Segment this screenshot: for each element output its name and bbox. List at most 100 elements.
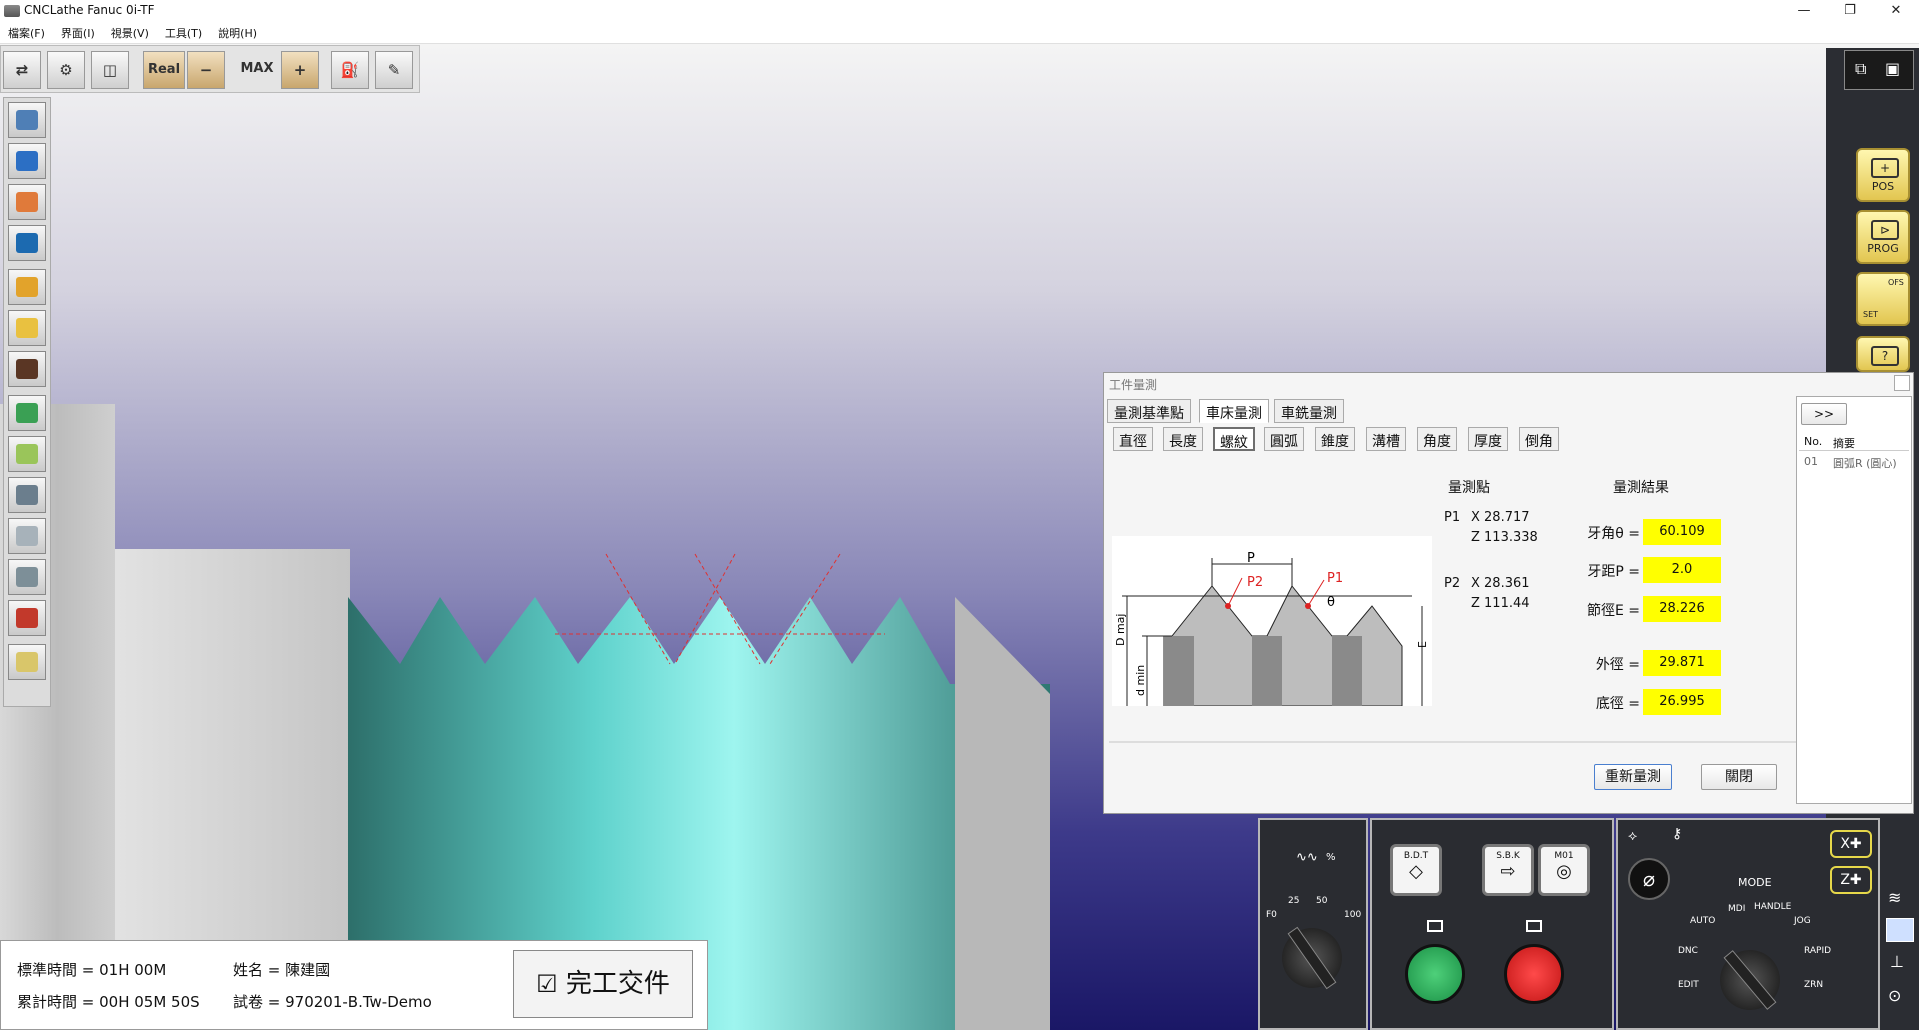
chuck-setup-button[interactable]: ⚙ (47, 51, 85, 89)
thread-icon[interactable]: ≋ (1888, 888, 1901, 907)
standard-time: 標準時間 = 01H 00M (17, 961, 167, 979)
zrn-label: ZRN (1804, 980, 1824, 990)
thread-mode-icon[interactable] (1886, 918, 1914, 942)
list-item-summary[interactable]: 圓弧R (圓心) (1833, 455, 1897, 471)
z-axis-label: Z (1840, 872, 1850, 888)
subtab-chamfer[interactable]: 倒角 (1519, 427, 1559, 451)
reset-icon[interactable]: ⟡ (1628, 828, 1637, 844)
tool-icon[interactable]: ⊥ (1890, 952, 1904, 971)
menu-help[interactable]: 說明(H) (210, 22, 265, 44)
mode-panel: ⟡ ⚷ ⌀ MODE HANDLE AUTO MDI JOG DNC RAPID… (1616, 818, 1880, 1030)
tool-path-button[interactable] (8, 310, 46, 346)
mode-selector-knob[interactable] (1707, 937, 1793, 1023)
prog-button[interactable]: ⊳ PROG (1856, 210, 1910, 264)
stock-setup-button[interactable]: ◫ (91, 51, 129, 89)
expand-button[interactable]: >> (1801, 403, 1847, 425)
diagram-e-label: E (1416, 641, 1429, 648)
open-file-button[interactable]: ⇄ (3, 51, 41, 89)
maximize-icon[interactable]: ▣ (1885, 59, 1900, 78)
measure-button[interactable] (8, 518, 46, 554)
help-button[interactable]: ? (1856, 336, 1910, 372)
scale-25: 25 (1288, 896, 1300, 906)
section-view-button[interactable] (8, 351, 46, 387)
x-axis-label: X (1840, 836, 1850, 852)
max-speed-label[interactable]: MAX (235, 51, 279, 89)
pos-button[interactable]: + POS (1856, 148, 1910, 202)
dnc-label: DNC (1678, 946, 1698, 956)
jog-label: JOG (1794, 916, 1811, 926)
coolant-icon[interactable]: ⊙ (1888, 986, 1901, 1005)
scale-f0: F0 (1266, 910, 1277, 920)
stock-button[interactable] (8, 600, 46, 636)
ruler-button[interactable] (8, 559, 46, 595)
subtab-angle[interactable]: 角度 (1417, 427, 1457, 451)
p1-x: X 28.717 (1471, 510, 1530, 525)
m01-button[interactable]: M01 ◎ (1538, 844, 1590, 896)
feed-override-knob[interactable] (1270, 916, 1354, 1000)
offset-setting-button[interactable]: OFS SET (1856, 272, 1910, 326)
subtab-thickness[interactable]: 厚度 (1468, 427, 1508, 451)
subtab-arc[interactable]: 圓弧 (1264, 427, 1304, 451)
menu-tools[interactable]: 工具(T) (157, 22, 210, 44)
bdt-button[interactable]: B.D.T ◇ (1390, 844, 1442, 896)
subtab-length[interactable]: 長度 (1163, 427, 1203, 451)
pitch-value: 2.0 (1643, 557, 1721, 583)
dialog-close-icon[interactable] (1894, 375, 1910, 391)
col-summary-header: 摘要 (1833, 437, 1855, 450)
tab-lathe-measure[interactable]: 車床量測 (1199, 399, 1269, 423)
mode-label: MODE (1738, 876, 1772, 889)
bdt-label: B.D.T (1403, 851, 1429, 861)
view-iso-button[interactable] (8, 102, 46, 138)
tool-change-button[interactable]: ⛽ (331, 51, 369, 89)
outer-diameter-value: 29.871 (1643, 650, 1721, 676)
scale-100: 100 (1344, 910, 1362, 920)
menu-interface[interactable]: 界面(I) (53, 22, 103, 44)
feed-hold-button[interactable] (1504, 944, 1564, 1004)
close-button[interactable]: ✕ (1873, 0, 1919, 22)
machine-view-button[interactable] (8, 269, 46, 305)
student-name: 姓名 = 陳建國 (233, 961, 331, 979)
view-side-button[interactable] (8, 184, 46, 220)
spindle-icon[interactable]: ⌀ (1628, 858, 1670, 900)
real-speed-button[interactable]: Real (143, 51, 185, 89)
restore-button[interactable]: ❐ (1827, 0, 1873, 22)
z-axis-button[interactable]: Z✚ (1830, 866, 1872, 894)
fixture-button[interactable] (8, 477, 46, 513)
p2-x: X 28.361 (1471, 576, 1530, 591)
menu-file[interactable]: 檔案(F) (0, 22, 53, 44)
measure-tool-button[interactable]: ✎ (375, 51, 413, 89)
thread-diagram: P P2 P1 θ D maj d min E (1112, 536, 1432, 706)
list-item-no[interactable]: 01 (1804, 455, 1818, 468)
subtab-diameter[interactable]: 直徑 (1113, 427, 1153, 451)
p2-z: Z 111.44 (1471, 596, 1530, 611)
speed-plus-button[interactable]: + (281, 51, 319, 89)
tab-turn-mill-measure[interactable]: 車銑量測 (1274, 399, 1344, 423)
diagram-dmin-label: d min (1134, 665, 1147, 696)
subtab-taper[interactable]: 錐度 (1315, 427, 1355, 451)
subtab-thread[interactable]: 螺紋 (1213, 427, 1255, 451)
window-layout-buttons[interactable]: ⧉ ▣ (1844, 50, 1914, 90)
axis-button[interactable] (8, 395, 46, 431)
submit-work-button[interactable]: ☑ 完工交件 (513, 950, 693, 1018)
feed-percent-label: % (1326, 852, 1336, 863)
sbk-button[interactable]: S.B.K ⇨ (1482, 844, 1534, 896)
p2-label: P2 (1444, 576, 1461, 591)
remeasure-button[interactable]: 重新量測 (1594, 764, 1672, 790)
minimize-button[interactable]: — (1781, 0, 1827, 22)
set-label: SET (1863, 310, 1879, 319)
view-front-button[interactable] (8, 143, 46, 179)
speed-minus-button[interactable]: − (187, 51, 225, 89)
submit-work-label: 完工交件 (565, 969, 670, 999)
sound-button[interactable] (8, 644, 46, 680)
pos-label: POS (1871, 180, 1895, 193)
subtab-groove[interactable]: 溝槽 (1366, 427, 1406, 451)
points-header: 量測點 (1448, 480, 1490, 496)
cut-view-button[interactable] (8, 436, 46, 472)
close-dialog-button[interactable]: 關閉 (1701, 764, 1777, 790)
x-axis-button[interactable]: X✚ (1830, 830, 1872, 858)
menu-view[interactable]: 視景(V) (103, 22, 157, 44)
view-top-button[interactable] (8, 225, 46, 261)
layout-icon[interactable]: ⧉ (1855, 59, 1866, 79)
cycle-start-button[interactable] (1405, 944, 1465, 1004)
tab-reference-point[interactable]: 量測基準點 (1107, 399, 1191, 423)
